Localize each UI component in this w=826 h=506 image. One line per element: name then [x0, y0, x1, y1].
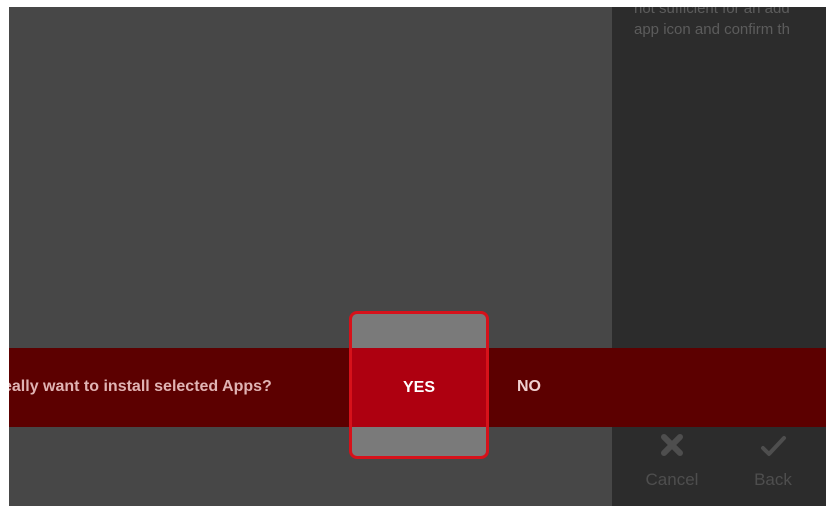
checkmark-icon: [738, 430, 808, 464]
screen: not sufficient for an add app icon and c…: [9, 7, 826, 506]
confirm-message: eally want to install selected Apps?: [9, 378, 272, 395]
help-text: not sufficient for an add app icon and c…: [634, 7, 826, 40]
no-button[interactable]: NO: [517, 378, 541, 396]
help-line: app icon and confirm th: [634, 21, 790, 38]
x-icon: [637, 430, 707, 464]
cancel-button[interactable]: Cancel: [637, 430, 707, 490]
help-panel: not sufficient for an add app icon and c…: [612, 7, 826, 506]
back-label: Back: [754, 470, 792, 489]
yes-button[interactable]: YES: [349, 348, 489, 427]
cancel-label: Cancel: [645, 470, 699, 489]
back-button[interactable]: Back: [738, 430, 808, 490]
help-line: not sufficient for an add: [634, 7, 790, 17]
